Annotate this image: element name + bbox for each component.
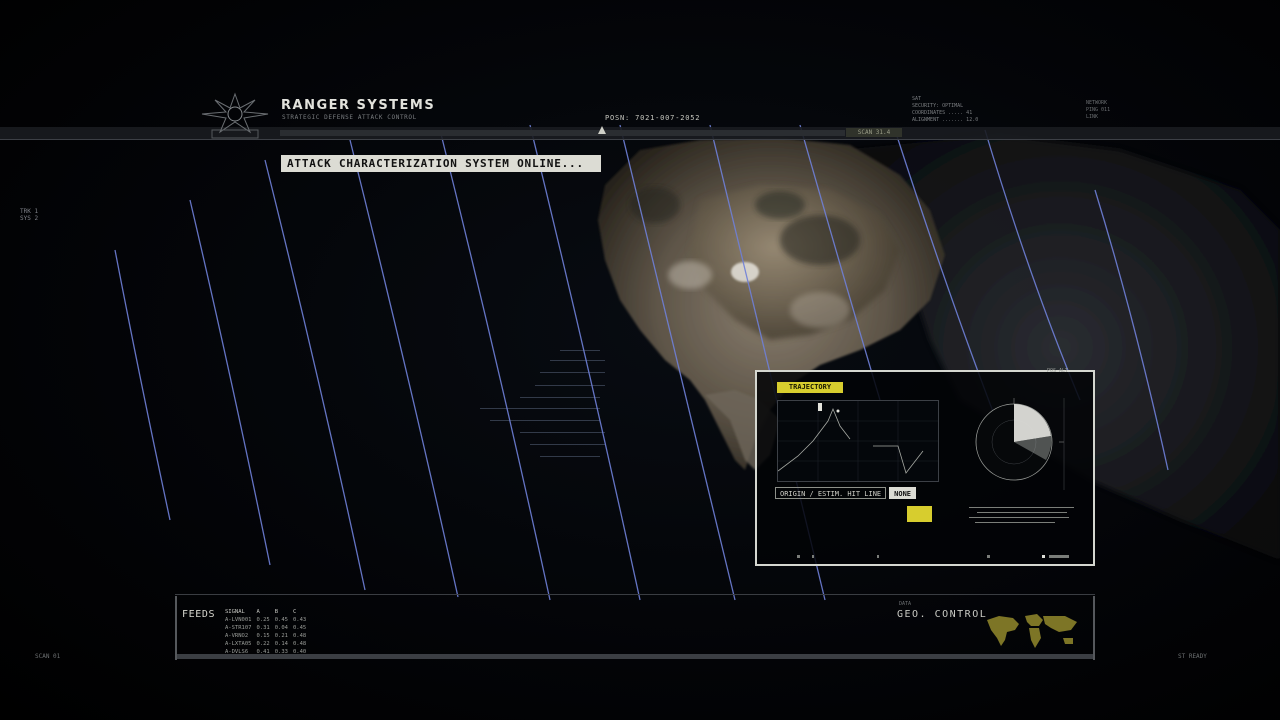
- table-cell: 0.31: [256, 625, 270, 631]
- ocean-grid: [480, 350, 605, 457]
- table-cell: 0.14: [274, 641, 288, 647]
- column-header: A: [256, 609, 260, 615]
- table-cell: 0.48: [293, 633, 307, 639]
- brand-subtitle: STRATEGIC DEFENSE ATTACK CONTROL: [282, 114, 417, 121]
- ranger-emblem-icon: [201, 92, 269, 139]
- table-row: A-VRNO2 0.15 0.21 0.48: [225, 632, 311, 640]
- table-cell: A-STR107: [225, 625, 252, 631]
- header-tag: SCAN 31.4: [846, 128, 902, 137]
- panel-corner-readout: POS ALT: [1047, 368, 1069, 374]
- table-cell: A-VRNO2: [225, 633, 249, 639]
- brand-title: RANGER SYSTEMS: [281, 98, 436, 113]
- frame-code: POSN: 7021-007-2052: [605, 114, 701, 122]
- trajectory-panel[interactable]: TRAJECTORY POS ALT ORIGIN / ESTIM. HIT L…: [755, 368, 1095, 566]
- signal-bars: [969, 507, 1074, 523]
- footer-right-code: ST READY: [1178, 653, 1207, 660]
- readout-block: SAT SECURITY: OPTIMAL COORDINATES ..... …: [912, 96, 978, 124]
- footer-left-code: SCAN 01: [35, 653, 61, 660]
- table-cell: 0.45: [293, 625, 307, 631]
- side-line: SYS 2: [20, 215, 39, 222]
- readout-line: SAT: [912, 96, 922, 102]
- panel-tag: TRAJECTORY: [777, 382, 843, 393]
- table-cell: 0.04: [274, 625, 288, 631]
- terrain-highlight: [668, 261, 712, 289]
- terrain-shadow: [780, 215, 860, 265]
- table-cell: A-LVN001: [225, 617, 252, 623]
- status-banner: ATTACK CHARACTERIZATION SYSTEM ONLINE...: [281, 155, 601, 172]
- left-side-readout: TRK 1 SYS 2: [20, 208, 38, 222]
- table-cell: 0.41: [256, 649, 270, 655]
- table-cell: 0.48: [293, 641, 307, 647]
- footer-rail: [175, 654, 1095, 659]
- radar-scope-icon[interactable]: [964, 390, 1074, 500]
- readout-line: PING 011: [1086, 107, 1111, 113]
- table-cell: 0.15: [256, 633, 270, 639]
- table-cell: 0.25: [256, 617, 270, 623]
- table-cell: 0.45: [274, 617, 288, 623]
- column-header: SIGNAL: [225, 609, 245, 615]
- readout-block-right: NETWORK PING 011 LINK: [1086, 100, 1110, 121]
- tab-origin[interactable]: ORIGIN / ESTIM. HIT LINE: [775, 487, 887, 499]
- table-row: A-LXTA05 0.22 0.14 0.48: [225, 640, 311, 648]
- terrain-shadow: [630, 187, 680, 223]
- hud-screen: RANGER SYSTEMS STRATEGIC DEFENSE ATTACK …: [0, 0, 1280, 720]
- readout-line: LINK: [1086, 114, 1099, 120]
- table-cell: A-LXTA05: [225, 641, 252, 647]
- panel-footer-marks: [797, 555, 1069, 558]
- table-cell: 0.40: [293, 649, 307, 655]
- column-header: C: [293, 609, 297, 615]
- table-row: A-STR107 0.31 0.04 0.45: [225, 624, 311, 632]
- feeds-table: SIGNAL A B C A-LVN001 0.25 0.45 0.43 A-S…: [225, 608, 311, 656]
- readout-line: ALIGNMENT ....... 12.0: [912, 117, 979, 123]
- header-rail-edge: [0, 139, 1280, 140]
- table-cell: 0.22: [256, 641, 270, 647]
- table-cell: 0.33: [274, 649, 288, 655]
- footer-rail-cap: [175, 596, 177, 660]
- terrain-highlight: [790, 292, 850, 328]
- footer-rail-top: [175, 594, 1095, 595]
- table-cell: A-DVLS6: [225, 649, 249, 655]
- header-rail-segment: [280, 130, 845, 136]
- column-header: B: [274, 609, 279, 615]
- panel-tabs: ORIGIN / ESTIM. HIT LINE NONE: [775, 487, 917, 499]
- readout-line: COORDINATES ..... 41: [912, 110, 973, 116]
- table-row: A-DVLS6 0.41 0.33 0.40: [225, 648, 311, 656]
- tab-none[interactable]: NONE: [889, 487, 917, 499]
- readout-line: NETWORK: [1086, 100, 1108, 106]
- readout-line: SECURITY: OPTIMAL: [912, 103, 964, 109]
- world-map-icon: [987, 614, 1077, 648]
- table-row: A-LVN001 0.25 0.45 0.43: [225, 616, 311, 624]
- terrain-shadow: [755, 191, 805, 219]
- table-header-row: SIGNAL A B C: [225, 608, 311, 616]
- table-cell: 0.21: [274, 633, 288, 639]
- trajectory-graph[interactable]: [777, 400, 939, 482]
- footer-rail-cap: [1093, 596, 1095, 660]
- geo-control-label: GEO. CONTROL: [897, 609, 988, 620]
- status-badge: [907, 506, 932, 522]
- geo-sub-label: DATA: [899, 601, 912, 607]
- feeds-label: FEEDS: [182, 609, 216, 620]
- side-line: TRK 1: [20, 208, 39, 215]
- table-cell: 0.43: [293, 617, 307, 623]
